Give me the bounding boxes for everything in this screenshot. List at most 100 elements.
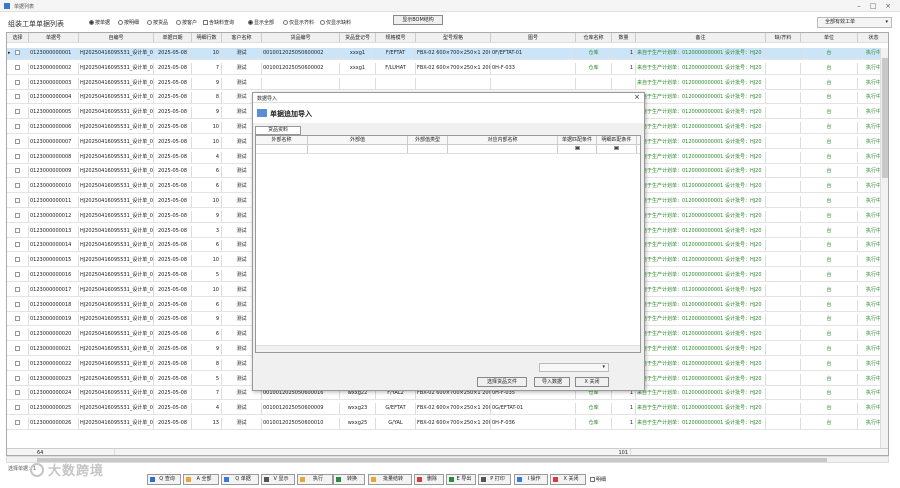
row-checkbox[interactable]: [7, 314, 29, 326]
row-checkbox[interactable]: ▸: [7, 48, 29, 59]
checkbox-icon[interactable]: [15, 227, 20, 233]
checkbox-icon[interactable]: [15, 124, 20, 129]
row-checkbox[interactable]: [7, 62, 29, 74]
row-checkbox[interactable]: [7, 181, 29, 193]
import-data-button[interactable]: 导入数据: [534, 377, 570, 387]
row-checkbox[interactable]: [7, 388, 29, 400]
checkbox-icon[interactable]: [15, 50, 20, 55]
scroll-thumb[interactable]: [37, 458, 827, 462]
table-row[interactable]: 0123000000002 HJ20250416095531_设计单_001 202…: [7, 62, 888, 75]
row-checkbox[interactable]: [7, 240, 29, 252]
row-checkbox[interactable]: [7, 107, 29, 119]
toolbar-button-5[interactable]: 转换: [333, 474, 365, 485]
checkbox-icon[interactable]: [15, 346, 20, 351]
toolbar-button-8[interactable]: E 导出: [446, 474, 476, 485]
checkbox-icon[interactable]: [15, 64, 20, 70]
horizontal-scrollbar[interactable]: [6, 456, 889, 463]
toolbar-button-4[interactable]: 执行: [297, 474, 333, 485]
row-checkbox[interactable]: [7, 329, 29, 341]
row-checkbox[interactable]: [7, 136, 29, 148]
table-row[interactable]: ▸ 0123000000001 HJ20250416095531_设计单_001 20…: [7, 48, 888, 60]
mapping-cell[interactable]: [448, 145, 558, 153]
toolbar-button-0[interactable]: Q 查询: [147, 474, 181, 485]
row-checkbox[interactable]: [7, 270, 29, 281]
row-checkbox[interactable]: [7, 166, 29, 178]
toolbar-button-7[interactable]: 删除: [414, 474, 444, 485]
row-checkbox[interactable]: [7, 122, 29, 133]
row-checkbox[interactable]: [7, 92, 29, 104]
horizontal-scrollbar[interactable]: [256, 345, 640, 352]
row-checkbox[interactable]: [7, 299, 29, 311]
checkbox-material-query[interactable]: 含缺料查询: [203, 19, 234, 26]
checkbox-icon[interactable]: [15, 257, 20, 263]
checkbox-icon[interactable]: [15, 198, 20, 203]
checkbox-icon[interactable]: [15, 79, 20, 85]
radio-by-customer[interactable]: 按客户: [176, 19, 197, 26]
toolbar-button-6[interactable]: 批量结转: [368, 474, 412, 485]
scroll-thumb[interactable]: [882, 58, 888, 178]
row-checkbox[interactable]: [7, 255, 29, 267]
row-checkbox[interactable]: [7, 77, 29, 89]
radio-complete-only[interactable]: 仅显示齐料: [283, 19, 314, 26]
toolbar-button-1[interactable]: A 全部: [183, 474, 219, 485]
checkbox-icon[interactable]: [15, 212, 20, 218]
row-checkbox[interactable]: [7, 358, 29, 370]
maximize-button[interactable]: □: [866, 1, 880, 11]
checkbox-icon[interactable]: [15, 375, 20, 381]
row-checkbox[interactable]: [7, 284, 29, 296]
checkbox-icon[interactable]: [15, 242, 20, 248]
table-row[interactable]: 0123000000025 HJ20250416095531_设计单_001 202…: [7, 403, 888, 416]
mapping-cell[interactable]: [558, 145, 597, 153]
mapping-cell[interactable]: [408, 145, 448, 153]
row-checkbox[interactable]: [7, 225, 29, 237]
toolbar-button-11[interactable]: X 关闭: [550, 474, 586, 485]
radio-by-detail[interactable]: 按明细: [118, 19, 139, 26]
checkbox-icon[interactable]: [15, 168, 20, 174]
dialog-close-icon[interactable]: ×: [634, 93, 640, 101]
checkbox-icon[interactable]: [15, 286, 20, 292]
minimize-button[interactable]: –: [852, 1, 866, 11]
vertical-scrollbar[interactable]: [880, 48, 888, 448]
detail-checkbox[interactable]: 明细: [590, 476, 606, 483]
checkbox-icon[interactable]: [15, 109, 20, 115]
checkbox-icon[interactable]: [574, 146, 580, 150]
checkbox-icon[interactable]: [614, 146, 619, 150]
checkbox-icon[interactable]: [15, 153, 20, 159]
radio-shortage-only[interactable]: 仅显示缺料: [320, 19, 351, 26]
row-checkbox[interactable]: [7, 373, 29, 385]
dialog-close-button[interactable]: X 关闭: [575, 377, 609, 387]
toolbar-button-9[interactable]: P 打印: [478, 474, 511, 485]
select-file-button[interactable]: 选择货品文件: [477, 377, 527, 387]
checkbox-icon[interactable]: [15, 390, 20, 396]
radio-by-document[interactable]: 按单据: [89, 19, 110, 26]
row-checkbox[interactable]: [7, 418, 29, 429]
checkbox-icon[interactable]: [15, 183, 20, 189]
row-checkbox[interactable]: [7, 344, 29, 355]
checkbox-icon[interactable]: [15, 301, 20, 307]
radio-show-all[interactable]: 显示全部: [248, 19, 274, 26]
mapping-cell[interactable]: [256, 145, 308, 153]
row-checkbox[interactable]: [7, 196, 29, 207]
table-row[interactable]: 0123000000003 HJ20250416095531_设计单_001 202…: [7, 77, 888, 90]
checkbox-icon[interactable]: [15, 94, 20, 100]
row-checkbox[interactable]: [7, 151, 29, 163]
checkbox-icon[interactable]: [15, 316, 20, 322]
mapping-table-row[interactable]: [256, 145, 640, 154]
mapping-cell[interactable]: [597, 145, 637, 153]
checkbox-icon[interactable]: [15, 405, 20, 411]
radio-by-product[interactable]: 按货品: [147, 19, 168, 26]
checkbox-icon[interactable]: [15, 360, 20, 366]
tab-product-data[interactable]: 货品资料: [255, 126, 301, 135]
checkbox-icon[interactable]: [15, 331, 20, 337]
checkbox-icon[interactable]: [15, 272, 20, 277]
mapping-table[interactable]: 外部名称 外部值 外部值类型 对应内部名称 单据匹配条件 明细匹配条件: [255, 135, 641, 353]
import-option-dropdown[interactable]: ▾: [539, 363, 609, 372]
close-window-button[interactable]: ×: [881, 1, 895, 11]
row-checkbox[interactable]: [7, 210, 29, 222]
toolbar-button-10[interactable]: I 操作: [514, 474, 548, 485]
toolbar-button-2[interactable]: Q 单据: [221, 474, 259, 485]
checkbox-icon[interactable]: [15, 138, 20, 144]
row-checkbox[interactable]: [7, 403, 29, 415]
checkbox-icon[interactable]: [15, 420, 20, 425]
bom-structure-button[interactable]: 显示BOM结构: [393, 15, 443, 25]
